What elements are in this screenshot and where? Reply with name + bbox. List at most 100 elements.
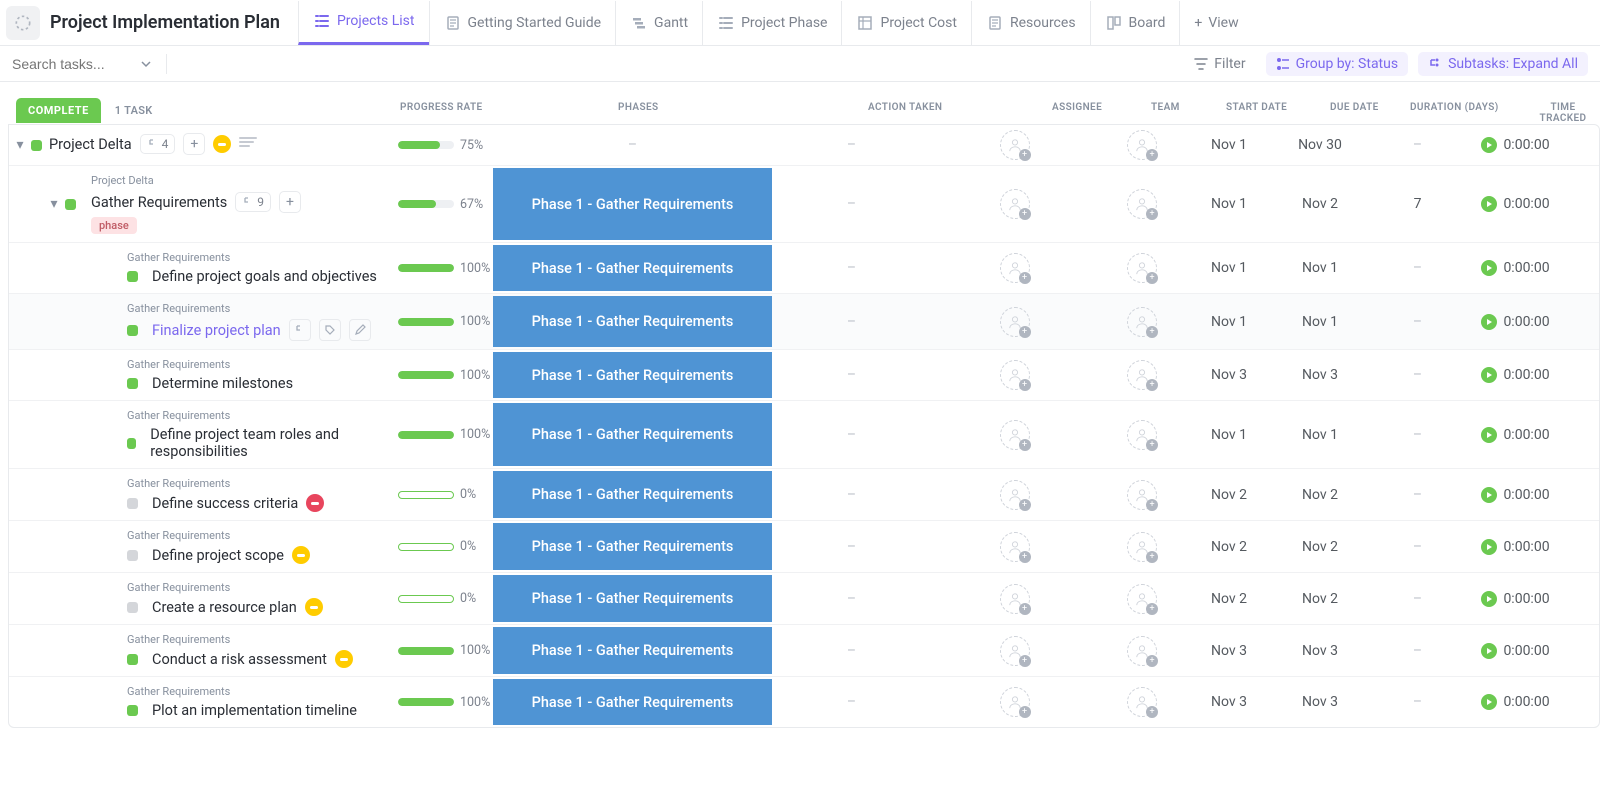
phase-cell[interactable]: Phase 1 - Gather Requirements <box>493 294 772 349</box>
phase-cell[interactable]: Phase 1 - Gather Requirements <box>493 401 772 468</box>
col-action[interactable]: ACTION TAKEN <box>868 102 942 113</box>
phase-cell[interactable]: Phase 1 - Gather Requirements <box>493 350 772 400</box>
team-cell[interactable]: + <box>1098 521 1186 572</box>
subtask-button[interactable] <box>289 319 311 341</box>
progress-cell[interactable]: 100% <box>394 677 493 727</box>
status-square[interactable] <box>31 140 42 151</box>
start-date-cell[interactable]: Nov 2 <box>1186 573 1272 624</box>
action-cell[interactable]: – <box>772 294 931 349</box>
team-cell[interactable]: + <box>1098 469 1186 520</box>
assignee-avatar[interactable]: + <box>1127 130 1157 160</box>
phase-cell[interactable]: Phase 1 - Gather Requirements <box>493 677 772 727</box>
col-progress[interactable]: PROGRESS RATE <box>400 102 483 113</box>
assignee-avatar[interactable]: + <box>1000 687 1030 717</box>
time-tracked-cell[interactable]: 0:00:00 <box>1467 677 1564 727</box>
priority-yellow-icon[interactable] <box>292 546 310 564</box>
progress-cell[interactable]: 100% <box>394 294 493 349</box>
col-phases[interactable]: PHASES <box>618 102 659 113</box>
time-tracked-cell[interactable]: 0:00:00 <box>1467 294 1564 349</box>
status-square[interactable] <box>127 550 138 561</box>
tag-phase[interactable]: phase <box>91 217 137 234</box>
task-name[interactable]: Define success criteria <box>152 495 298 512</box>
filter-button[interactable]: Filter <box>1184 52 1255 76</box>
due-date-cell[interactable]: Nov 1 <box>1272 243 1368 293</box>
due-date-cell[interactable]: Nov 1 <box>1272 401 1368 468</box>
assignee-avatar[interactable]: + <box>1000 307 1030 337</box>
col-team[interactable]: TEAM <box>1151 102 1180 113</box>
start-date-cell[interactable]: Nov 3 <box>1186 625 1272 676</box>
start-date-cell[interactable]: Nov 2 <box>1186 469 1272 520</box>
assignee-avatar[interactable]: + <box>1127 253 1157 283</box>
assignee-avatar[interactable]: + <box>1127 532 1157 562</box>
duration-cell[interactable]: – <box>1368 125 1467 165</box>
time-tracked-cell[interactable]: 0:00:00 <box>1467 401 1564 468</box>
time-tracked-cell[interactable]: 0:00:00 <box>1467 469 1564 520</box>
status-square[interactable] <box>127 378 138 389</box>
team-cell[interactable]: + <box>1098 166 1186 242</box>
add-view-button[interactable]: + View <box>1179 1 1252 45</box>
assignee-avatar[interactable]: + <box>1127 687 1157 717</box>
task-name[interactable]: Project Delta <box>49 136 132 153</box>
task-row[interactable]: Gather Requirements Define project goals… <box>9 242 1599 293</box>
due-date-cell[interactable]: Nov 3 <box>1272 350 1368 400</box>
phase-cell[interactable]: Phase 1 - Gather Requirements <box>493 625 772 676</box>
team-cell[interactable]: + <box>1098 677 1186 727</box>
assignee-avatar[interactable]: + <box>1127 584 1157 614</box>
tab-projects-list[interactable]: Projects List <box>298 1 429 45</box>
assignee-avatar[interactable]: + <box>1127 420 1157 450</box>
assignee-avatar[interactable]: + <box>1000 584 1030 614</box>
action-cell[interactable]: – <box>772 573 931 624</box>
duration-cell[interactable]: – <box>1368 677 1467 727</box>
phase-cell[interactable]: Phase 1 - Gather Requirements <box>493 521 772 572</box>
subtask-count-badge[interactable]: 9 <box>235 192 271 212</box>
assignee-cell[interactable]: + <box>931 469 1098 520</box>
due-date-cell[interactable]: Nov 2 <box>1272 521 1368 572</box>
add-subtask-button[interactable]: + <box>279 191 301 213</box>
assignee-avatar[interactable]: + <box>1000 130 1030 160</box>
assignee-avatar[interactable]: + <box>1000 480 1030 510</box>
status-square[interactable] <box>127 325 138 336</box>
time-tracked-cell[interactable]: 0:00:00 <box>1467 625 1564 676</box>
groupby-button[interactable]: Group by: Status <box>1266 52 1408 76</box>
subtasks-button[interactable]: Subtasks: Expand All <box>1418 52 1588 76</box>
duration-cell[interactable]: – <box>1368 625 1467 676</box>
phase-cell[interactable]: Phase 1 - Gather Requirements <box>493 573 772 624</box>
edit-button[interactable] <box>349 319 371 341</box>
assignee-avatar[interactable]: + <box>1000 360 1030 390</box>
play-icon[interactable] <box>1481 427 1497 443</box>
task-name[interactable]: Determine milestones <box>152 375 293 392</box>
play-icon[interactable] <box>1481 196 1497 212</box>
assignee-cell[interactable]: + <box>931 243 1098 293</box>
progress-cell[interactable]: 75% <box>394 125 493 165</box>
duration-cell[interactable]: – <box>1368 521 1467 572</box>
task-name[interactable]: Define project goals and objectives <box>152 268 377 285</box>
time-tracked-cell[interactable]: 0:00:00 <box>1467 125 1564 165</box>
status-square[interactable] <box>127 498 138 509</box>
progress-cell[interactable]: 100% <box>394 401 493 468</box>
task-name[interactable]: Gather Requirements <box>91 194 227 211</box>
priority-yellow-icon[interactable] <box>335 650 353 668</box>
assignee-avatar[interactable]: + <box>1000 636 1030 666</box>
progress-cell[interactable]: 0% <box>394 469 493 520</box>
start-date-cell[interactable]: Nov 2 <box>1186 521 1272 572</box>
tab-project-cost[interactable]: Project Cost <box>841 1 970 45</box>
assignee-avatar[interactable]: + <box>1127 307 1157 337</box>
start-date-cell[interactable]: Nov 1 <box>1186 243 1272 293</box>
play-icon[interactable] <box>1481 314 1497 330</box>
assignee-cell[interactable]: + <box>931 166 1098 242</box>
tab-board[interactable]: Board <box>1090 1 1180 45</box>
phase-cell[interactable]: Phase 1 - Gather Requirements <box>493 166 772 242</box>
phase-cell[interactable]: Phase 1 - Gather Requirements <box>493 243 772 293</box>
due-date-cell[interactable]: Nov 2 <box>1272 573 1368 624</box>
assignee-cell[interactable]: + <box>931 677 1098 727</box>
team-cell[interactable]: + <box>1098 350 1186 400</box>
col-due[interactable]: DUE DATE <box>1330 102 1379 113</box>
priority-yellow-icon[interactable] <box>305 598 323 616</box>
tab-project-phase[interactable]: Project Phase <box>702 1 841 45</box>
task-row[interactable]: Gather Requirements Create a resource pl… <box>9 572 1599 624</box>
start-date-cell[interactable]: Nov 1 <box>1186 294 1272 349</box>
start-date-cell[interactable]: Nov 3 <box>1186 677 1272 727</box>
play-icon[interactable] <box>1481 487 1497 503</box>
duration-cell[interactable]: – <box>1368 401 1467 468</box>
action-cell[interactable]: – <box>772 677 931 727</box>
